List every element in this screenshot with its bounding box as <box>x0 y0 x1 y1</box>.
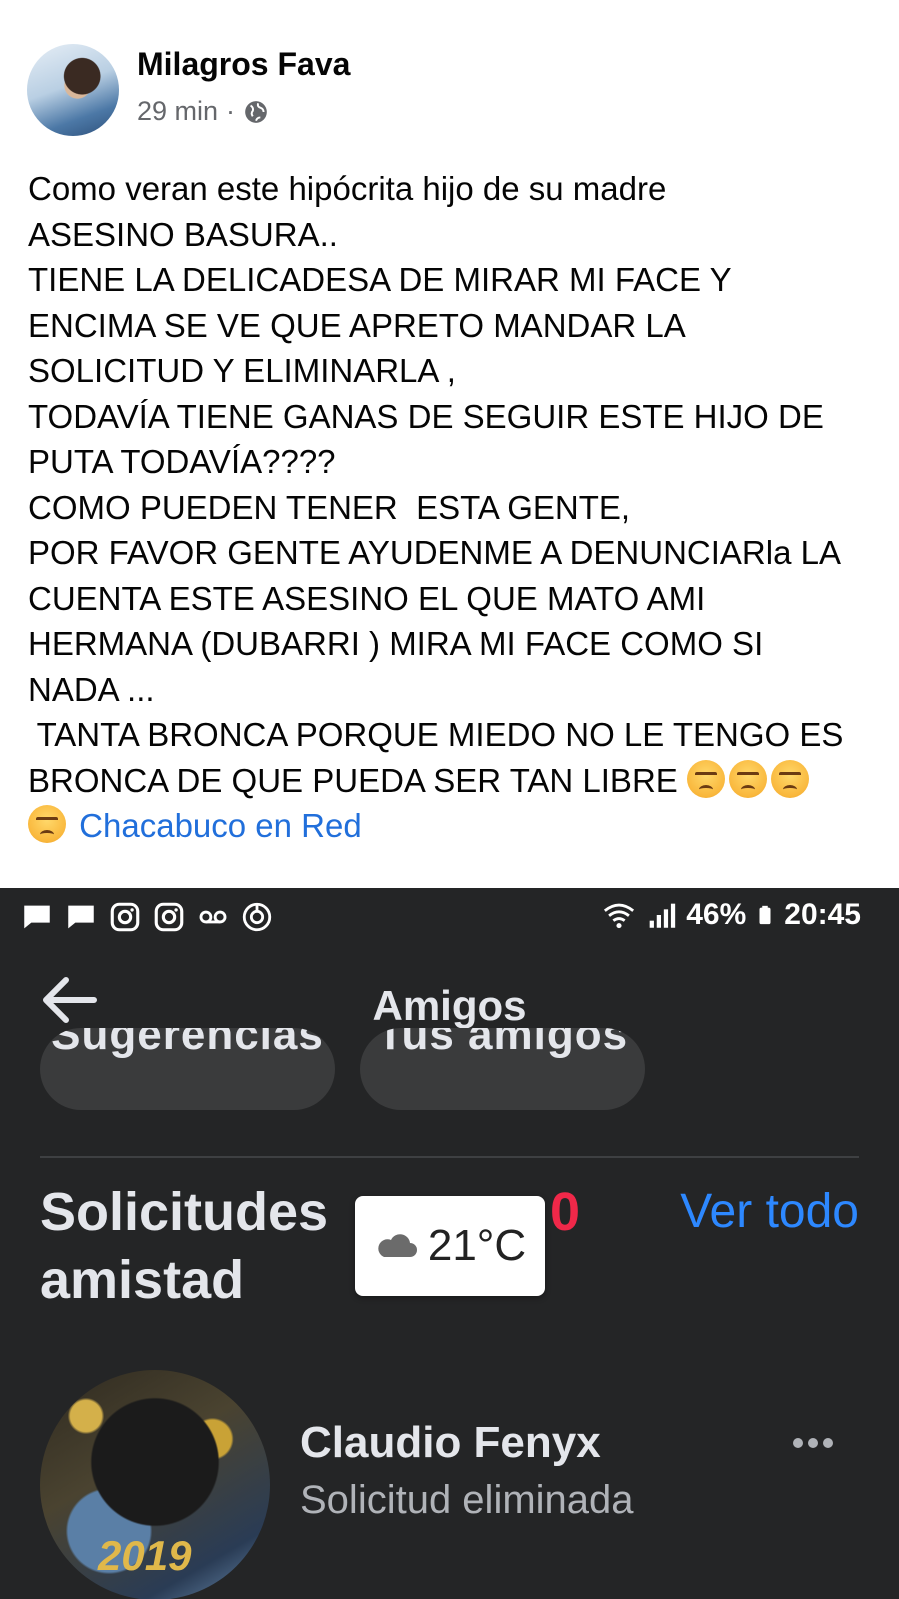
facebook-post: Milagros Fava 29 min · Como veran este h… <box>0 0 899 888</box>
post-line: PUTA TODAVÍA???? <box>28 443 336 480</box>
post-meta: 29 min · <box>137 96 269 127</box>
friend-request-status: Solicitud eliminada <box>300 1478 634 1522</box>
friends-screenshot: 46% 20:45 Amigos Sugerencias Tus amigos … <box>0 888 899 1599</box>
group-link[interactable]: Chacabuco en Red <box>79 807 362 844</box>
battery-icon <box>759 905 771 925</box>
instagram-icon <box>154 902 184 932</box>
notification-icons <box>20 900 274 934</box>
post-line: ASESINO BASURA.. <box>28 215 338 253</box>
signal-icon <box>649 903 676 928</box>
post-body: Como veran este hipócrita hijo de su mad… <box>28 166 878 849</box>
page-title: Amigos <box>372 982 527 1029</box>
post-line: POR FAVOR GENTE AYUDENME A DENUNCIARla L… <box>28 534 841 571</box>
requests-count: 0 <box>550 1182 581 1242</box>
angry-face-icon <box>728 759 767 798</box>
post-author[interactable]: Milagros Fava <box>137 46 350 83</box>
angry-face-icon <box>686 759 725 798</box>
message-icon <box>68 905 94 929</box>
friend-name[interactable]: Claudio Fenyx <box>300 1418 601 1468</box>
chip-suggestions[interactable]: Sugerencias <box>40 1028 335 1110</box>
section-divider <box>40 1156 859 1158</box>
post-line: SOLICITUD Y ELIMINARLA , <box>28 352 456 389</box>
post-time[interactable]: 29 min <box>137 96 218 127</box>
instagram-icon <box>110 902 140 932</box>
post-line: ENCIMA SE VE QUE APRETO MANDAR LA <box>28 306 686 344</box>
post-line-with-emoji: BRONCA DE QUE PUEDA SER TAN LIBRE <box>28 758 878 804</box>
meta-separator: · <box>226 96 236 126</box>
author-avatar[interactable] <box>27 44 119 136</box>
chip-label: Tus amigos <box>376 1028 629 1059</box>
see-all-link[interactable]: Ver todo <box>680 1184 859 1239</box>
angry-face-icon <box>28 805 66 843</box>
battery-percent: 46% <box>686 898 747 931</box>
status-bar: 46% 20:45 <box>0 888 899 948</box>
angry-face-icon <box>770 759 809 798</box>
post-line: TANTA BRONCA PORQUE MIEDO NO LE TENGO ES <box>28 716 844 753</box>
sync-icon <box>242 902 272 932</box>
voicemail-icon <box>199 910 227 924</box>
post-line: BRONCA DE QUE PUEDA SER TAN LIBRE <box>28 761 678 799</box>
more-options-icon[interactable] <box>791 1436 835 1450</box>
post-line: CUENTA ESTE ASESINO EL QUE MATO AMI <box>28 579 706 617</box>
post-line: NADA ... <box>28 670 155 708</box>
weather-widget[interactable]: 21°C <box>355 1196 545 1296</box>
cloud-icon <box>378 1234 417 1257</box>
avatar-year-text: 2019 <box>98 1532 192 1579</box>
post-line: TIENE LA DELICADESA DE MIRAR MI FACE Y <box>28 261 732 298</box>
post-line: Como veran este hipócrita hijo de su mad… <box>28 170 667 207</box>
post-line-group: Chacabuco en Red <box>28 803 878 849</box>
message-icon <box>24 905 50 929</box>
clock: 20:45 <box>784 898 861 931</box>
globe-icon <box>245 100 267 123</box>
post-line: COMO PUEDEN TENER ESTA GENTE, <box>28 488 631 526</box>
requests-title-line1: Solicitudes <box>40 1182 329 1242</box>
friend-avatar[interactable]: 2019 <box>40 1370 270 1599</box>
wifi-icon <box>604 903 635 929</box>
system-indicators: 46% 20:45 <box>602 898 861 932</box>
post-line: TODAVÍA TIENE GANAS DE SEGUIR ESTE HIJO … <box>28 397 824 435</box>
chip-your-friends[interactable]: Tus amigos <box>360 1028 645 1110</box>
weather-temperature: 21°C <box>427 1221 527 1270</box>
requests-title-line2: amistad <box>40 1250 245 1310</box>
post-line: HERMANA (DUBARRI ) MIRA MI FACE COMO SI <box>28 625 764 662</box>
chip-label: Sugerencias <box>51 1028 324 1059</box>
